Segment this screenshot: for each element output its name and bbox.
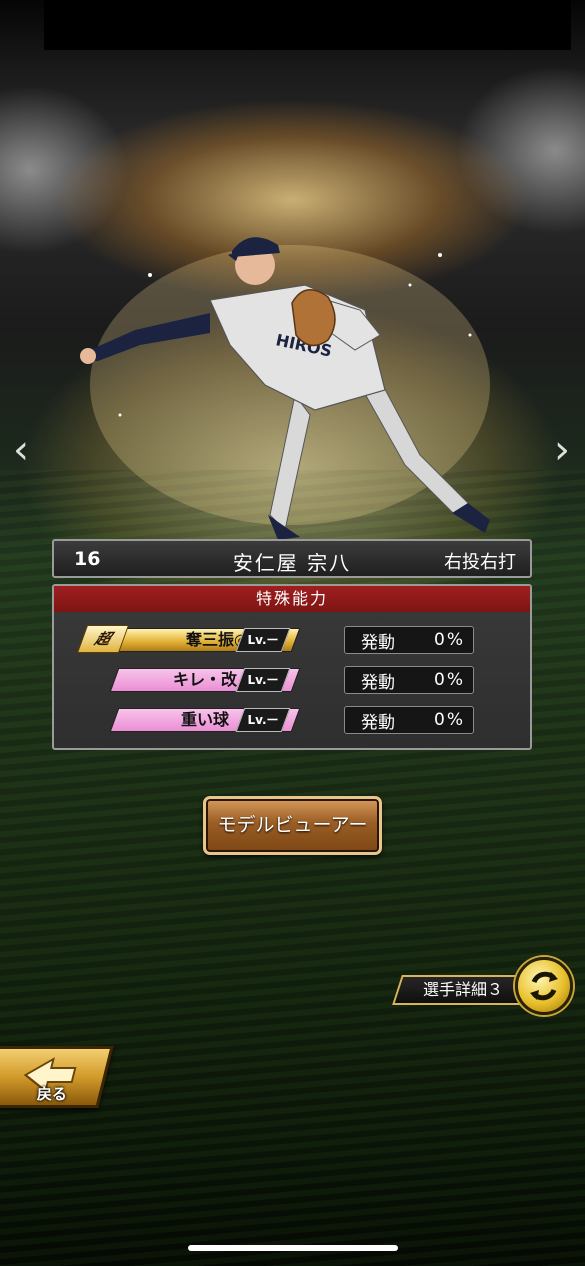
- back-label: 戻る: [36, 1085, 67, 1103]
- next-player-button[interactable]: ›: [547, 428, 577, 472]
- activation-rate: 発動 0%: [344, 706, 474, 734]
- status-bar: [44, 0, 571, 50]
- chevron-left-icon: ‹: [13, 427, 29, 473]
- home-indicator[interactable]: [188, 1245, 398, 1251]
- skill-level-text: Lv.ー: [247, 713, 279, 727]
- activation-value: 0%: [434, 630, 465, 650]
- ability-row[interactable]: 奪三振◎ 超 Lv.ー 発動 0%: [54, 625, 530, 654]
- abilities-header: 特殊能力: [54, 586, 530, 612]
- activation-value: 0%: [434, 670, 465, 690]
- activation-label: 発動: [361, 672, 395, 693]
- activation-label: 発動: [361, 712, 395, 733]
- activation-rate: 発動 0%: [344, 666, 474, 694]
- activation-rate: 発動 0%: [344, 626, 474, 654]
- player-detail-toggle[interactable]: 選手詳細３: [392, 957, 575, 1015]
- skill-level-text: Lv.ー: [247, 633, 279, 647]
- skill-level: Lv.ー: [235, 628, 291, 652]
- player-handedness: 右投右打: [444, 552, 516, 573]
- skill-level-text: Lv.ー: [247, 673, 279, 687]
- activation-value: 0%: [434, 710, 465, 730]
- skill-level: Lv.ー: [235, 668, 291, 692]
- player-info-bar: 16 安仁屋 宗八 右投右打: [52, 539, 532, 578]
- model-viewer-button[interactable]: モデルビューアー: [203, 796, 382, 855]
- cycle-arrows-icon[interactable]: [515, 957, 573, 1015]
- special-abilities-panel: 特殊能力 奪三振◎ 超 Lv.ー 発動 0% キレ・改 Lv.ー 発動 0% 重…: [52, 584, 532, 750]
- ability-row[interactable]: 重い球 Lv.ー 発動 0%: [54, 706, 530, 734]
- back-button[interactable]: 戻る: [0, 1046, 114, 1108]
- prev-player-button[interactable]: ‹: [6, 428, 36, 472]
- chevron-right-icon: ›: [554, 427, 570, 473]
- player-image: HIROS: [80, 237, 490, 540]
- ability-row[interactable]: キレ・改 Lv.ー 発動 0%: [54, 666, 530, 694]
- player-detail-text: 選手詳細３: [422, 980, 503, 999]
- player-detail-label: 選手詳細３: [392, 975, 534, 1005]
- skill-level: Lv.ー: [235, 708, 291, 732]
- activation-label: 発動: [361, 632, 395, 653]
